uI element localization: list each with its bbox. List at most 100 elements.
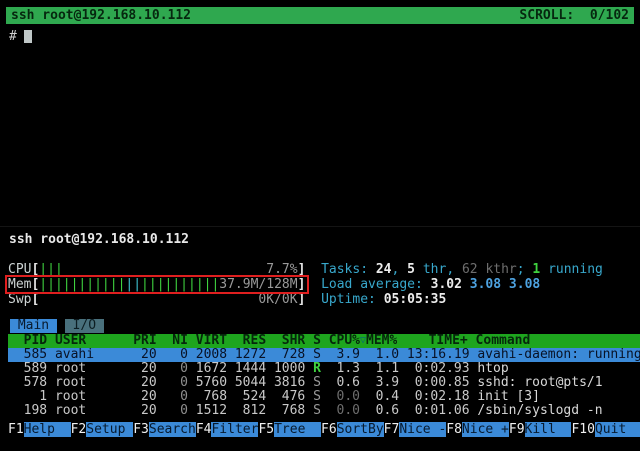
fkey-tree[interactable]: F5Tree: [258, 422, 321, 437]
header-shr[interactable]: SHR: [274, 334, 305, 348]
threads-label: thr: [415, 262, 446, 277]
fkey-label: Setup: [86, 422, 133, 437]
header-status[interactable]: S: [313, 334, 321, 348]
tab-io[interactable]: I/O: [65, 319, 104, 333]
header-ni[interactable]: NI: [164, 334, 187, 348]
col-status: R: [313, 362, 321, 376]
bottom-terminal-pane: ssh root@192.168.10.112 CPU[|||7.7%] Mem…: [0, 226, 640, 451]
header-pid[interactable]: PID: [8, 334, 47, 348]
col-user: root: [55, 376, 125, 390]
col-mem: 1.0: [368, 348, 399, 362]
col-gap: [360, 348, 368, 362]
col-gap: [360, 390, 368, 404]
cpu-value: 7.7%: [266, 262, 297, 277]
swap-label: Swp: [8, 292, 31, 307]
running-count: 1: [532, 262, 540, 277]
col-ni: 0: [164, 362, 187, 376]
htop-meters: CPU[|||7.7%] Mem[|||||||||||||||||||||||…: [8, 262, 632, 307]
tasks-line: Tasks: 24, 5 thr, 62 kthr; 1 running: [321, 262, 632, 277]
tasks-sep: ,: [446, 262, 462, 277]
tab-main[interactable]: Main: [10, 319, 57, 333]
fkey-kill[interactable]: F9Kill: [509, 422, 572, 437]
col-pri: 20: [133, 376, 156, 390]
fkey-label: Filter: [211, 422, 258, 437]
load-1min: 3.02: [431, 277, 470, 292]
col-cpu: 3.9: [329, 348, 360, 362]
fkey-nice-minus[interactable]: F7Nice -: [384, 422, 447, 437]
process-row-selected[interactable]: 585 avahi 20 0 2008 1272 728 S 3.9 1.0 1…: [8, 348, 640, 362]
cpu-bracket-open: [: [31, 262, 39, 277]
header-time[interactable]: TIME+: [405, 334, 468, 348]
col-gap: [360, 404, 368, 418]
col-res: 1272: [235, 348, 266, 362]
col-status: S: [313, 348, 321, 362]
col-res: 1444: [235, 362, 266, 376]
fkey-help[interactable]: F1Help: [8, 422, 71, 437]
htop-tab-bar: Main I/O: [10, 319, 104, 333]
col-time: 0:01.06: [407, 404, 470, 418]
fkey-search[interactable]: F3Search: [133, 422, 196, 437]
col-mem: 0.4: [368, 390, 399, 404]
col-virt: 5760: [196, 376, 227, 390]
col-res: 812: [235, 404, 266, 418]
col-shr: 3816: [274, 376, 305, 390]
load-average-line: Load average: 3.02 3.08 3.08: [321, 277, 632, 292]
col-time: 13:16.19: [407, 348, 470, 362]
kthreads-count: 62 kthr: [462, 262, 517, 277]
col-status: S: [313, 390, 321, 404]
col-ni: 0: [164, 390, 187, 404]
process-row[interactable]: 198 root 20 0 1512 812 768 S 0.0 0.6 0:0…: [8, 404, 640, 418]
col-mem: 3.9: [368, 376, 399, 390]
header-mem[interactable]: MEM%: [366, 334, 397, 348]
fkey-quit[interactable]: F10Quit: [571, 422, 640, 437]
col-pid: 198: [8, 404, 47, 418]
process-row[interactable]: 1 root 20 0 768 524 476 S 0.0 0.4 0:02.1…: [8, 390, 640, 404]
col-gap: [360, 376, 368, 390]
col-virt: 2008: [196, 348, 227, 362]
ssh-session-title: ssh root@192.168.10.112: [11, 8, 191, 23]
process-row[interactable]: 578 root 20 0 5760 5044 3816 S 0.6 3.9 0…: [8, 376, 640, 390]
col-pri: 20: [133, 362, 156, 376]
stats-column: Tasks: 24, 5 thr, 62 kthr; 1 running Loa…: [321, 262, 632, 307]
table-header[interactable]: PID USER PRI NI VIRT RES SHR S CPU% ▽ ME…: [8, 334, 640, 348]
swap-value: 0K/0K: [258, 292, 297, 307]
fkey-key: F2: [71, 422, 87, 437]
fkey-nice-plus[interactable]: F8Nice +: [446, 422, 509, 437]
header-res[interactable]: RES: [235, 334, 266, 348]
col-command: init [3]: [477, 390, 640, 404]
shell-prompt[interactable]: #: [9, 29, 32, 43]
header-command[interactable]: Command: [476, 334, 640, 348]
fkey-label: SortBy: [337, 422, 384, 437]
uptime-label: Uptime:: [321, 292, 384, 307]
fkey-key: F1: [8, 422, 24, 437]
col-command: htop: [477, 362, 640, 376]
process-row[interactable]: 589 root 20 0 1672 1444 1000 R 1.3 1.1 0…: [8, 362, 640, 376]
col-ni: 0: [164, 348, 187, 362]
mem-bar-used: |||||||||||: [39, 277, 125, 292]
col-command: sshd: root@pts/1: [477, 376, 640, 390]
load-label: Load average:: [321, 277, 431, 292]
tasks-sep: ;: [517, 262, 533, 277]
col-virt: 1672: [196, 362, 227, 376]
pane-title: ssh root@192.168.10.112: [9, 232, 189, 247]
header-virt[interactable]: VIRT: [196, 334, 227, 348]
fkey-label: Tree: [274, 422, 321, 437]
mem-bracket-close: ]: [298, 277, 306, 292]
fkey-sortby[interactable]: F6SortBy: [321, 422, 384, 437]
fkey-filter[interactable]: F4Filter: [196, 422, 259, 437]
header-user[interactable]: USER: [55, 334, 125, 348]
header-cpu[interactable]: CPU%: [329, 334, 360, 348]
threads-count: 5: [407, 262, 415, 277]
col-cpu: 0.0: [329, 390, 360, 404]
header-pri[interactable]: PRI: [133, 334, 156, 348]
col-cpu: 1.3: [329, 362, 360, 376]
cpu-meter: CPU[|||7.7%]: [8, 262, 321, 277]
fkey-key: F7: [384, 422, 400, 437]
col-user: root: [55, 390, 125, 404]
fkey-setup[interactable]: F2Setup: [71, 422, 134, 437]
col-ni: 0: [164, 404, 187, 418]
terminal-screen: ssh root@192.168.10.112 SCROLL: 0/102 # …: [0, 0, 640, 451]
meters-column: CPU[|||7.7%] Mem[|||||||||||||||||||||||…: [8, 262, 321, 307]
scroll-indicator: SCROLL: 0/102: [519, 8, 629, 23]
cpu-bar-pipes: |||: [39, 262, 62, 277]
